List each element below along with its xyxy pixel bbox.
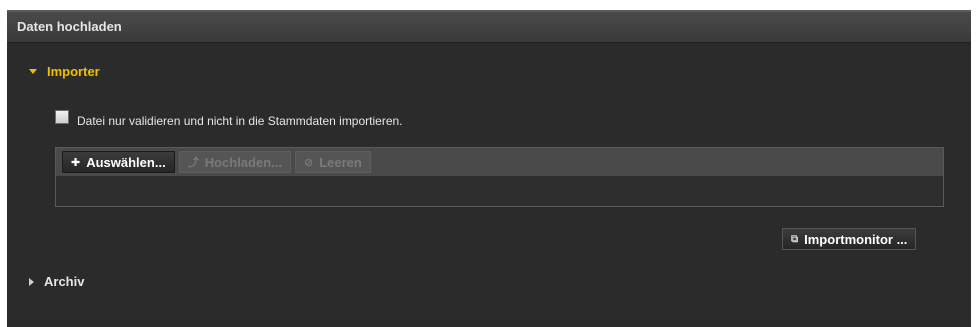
- validate-only-checkbox[interactable]: [55, 110, 69, 124]
- no-entry-icon: ⊘: [303, 156, 314, 169]
- upload-panel: Daten hochladen Importer Datei nur valid…: [7, 10, 971, 327]
- validate-only-option: Datei nur validieren und nicht in die St…: [55, 106, 403, 128]
- select-file-button[interactable]: ✚ Auswählen...: [62, 151, 175, 173]
- clear-button[interactable]: ⊘ Leeren: [294, 151, 371, 173]
- importer-section-label: Importer: [47, 64, 100, 79]
- file-uploader: ✚ Auswählen... ⤴ Hochladen... ⊘ Leeren: [55, 147, 944, 207]
- plus-icon: ✚: [71, 156, 81, 169]
- uploaded-file-list: [56, 176, 943, 206]
- archiv-section-label: Archiv: [44, 274, 85, 289]
- importmonitor-button[interactable]: ⧉ Importmonitor ...: [782, 228, 917, 250]
- importmonitor-label: Importmonitor ...: [804, 231, 908, 247]
- upload-arrow-icon: ⤴: [187, 157, 199, 169]
- upload-label: Hochladen...: [204, 154, 282, 170]
- archiv-section-toggle[interactable]: Archiv: [29, 274, 84, 289]
- panel-title: Daten hochladen: [7, 12, 971, 43]
- triangle-right-icon: [29, 277, 34, 286]
- validate-only-label: Datei nur validieren und nicht in die St…: [77, 114, 403, 128]
- importer-section-toggle[interactable]: Importer: [29, 64, 100, 79]
- clear-label: Leeren: [319, 154, 362, 170]
- external-link-icon: ⧉: [791, 233, 799, 245]
- select-file-label: Auswählen...: [86, 154, 166, 170]
- upload-button[interactable]: ⤴ Hochladen...: [178, 151, 291, 173]
- triangle-down-icon: [29, 69, 37, 74]
- uploader-toolbar: ✚ Auswählen... ⤴ Hochladen... ⊘ Leeren: [56, 148, 943, 176]
